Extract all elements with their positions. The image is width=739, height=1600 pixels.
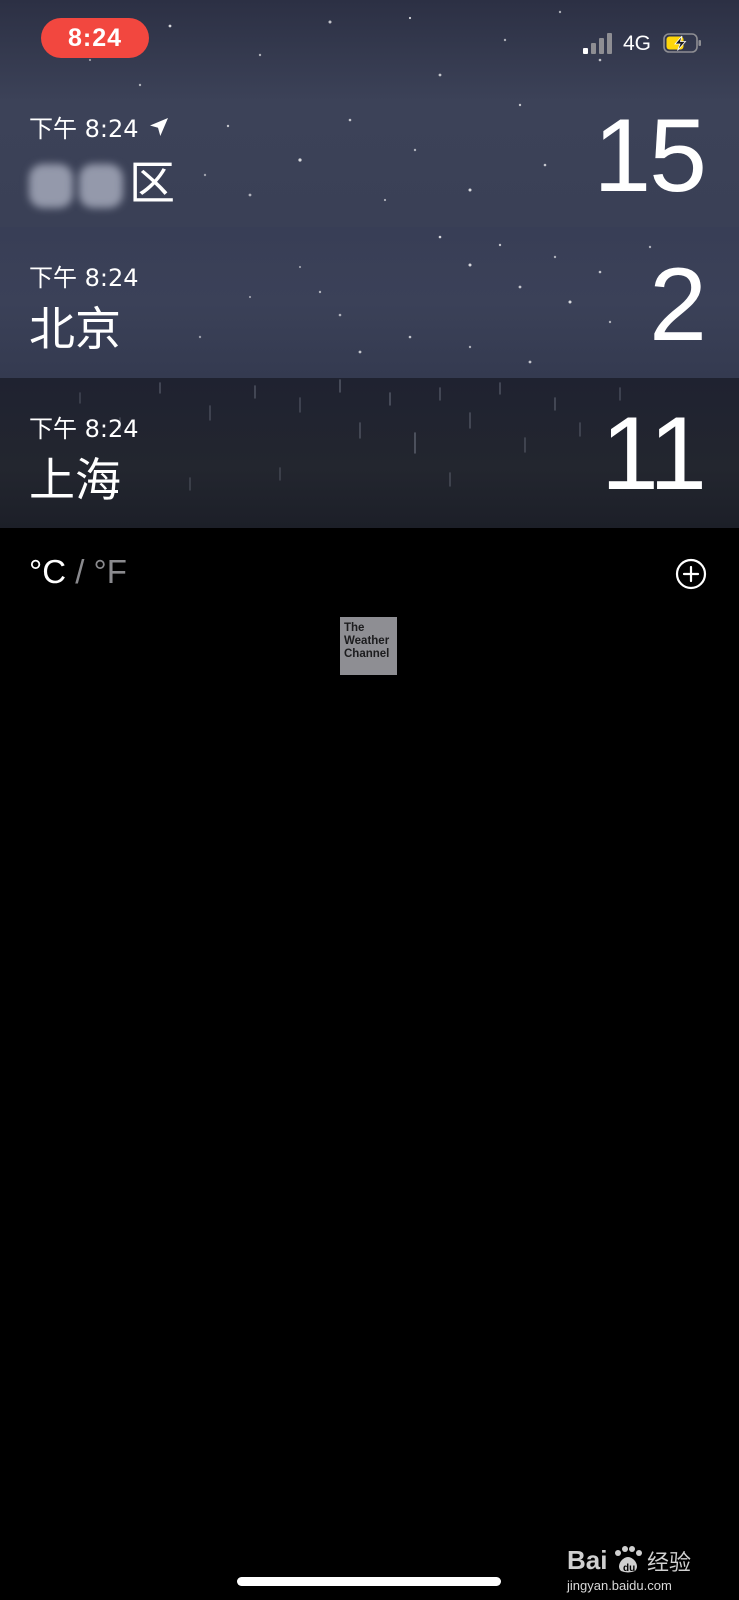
city-row-beijing[interactable]: 下午 8:24 北京 2 bbox=[0, 227, 739, 378]
cellular-signal-icon bbox=[583, 32, 617, 54]
svg-text:Bai: Bai bbox=[567, 1545, 607, 1575]
watermark-text: jingyan.baidu.com bbox=[567, 1578, 672, 1593]
temperature-unit-toggle[interactable]: °C / °F bbox=[29, 553, 127, 591]
svg-text:du: du bbox=[623, 1563, 635, 1574]
network-type: 4G bbox=[623, 32, 652, 55]
blurred-location-name bbox=[29, 163, 129, 210]
weather-channel-logo[interactable]: The Weather Channel bbox=[340, 617, 397, 675]
location-arrow-icon bbox=[149, 117, 168, 136]
local-time: 下午 8:24 bbox=[29, 109, 171, 144]
local-time: 下午 8:24 bbox=[29, 264, 139, 292]
city-row-shanghai[interactable]: 下午 8:24 上海 11 bbox=[0, 378, 739, 528]
city-name: 上海 bbox=[29, 453, 121, 507]
battery-charging-icon bbox=[663, 33, 701, 53]
baidu-watermark-logo: Bai du 经验 bbox=[567, 1545, 691, 1576]
city-name: 北京 bbox=[29, 302, 121, 356]
unit-separator: / bbox=[75, 553, 85, 590]
home-indicator[interactable] bbox=[237, 1577, 501, 1586]
unit-fahrenheit[interactable]: °F bbox=[94, 553, 127, 590]
temperature: 11 bbox=[601, 396, 707, 512]
svg-text:经验: 经验 bbox=[647, 1551, 691, 1576]
temperature: 15 bbox=[593, 98, 707, 214]
add-city-button[interactable] bbox=[675, 558, 707, 590]
local-time: 下午 8:24 bbox=[29, 415, 139, 443]
status-time[interactable]: 8:24 bbox=[41, 18, 149, 58]
city-name: 区 bbox=[29, 147, 175, 213]
temperature: 2 bbox=[649, 247, 707, 363]
status-bar: 8:24 4G bbox=[0, 0, 739, 80]
unit-celsius[interactable]: °C bbox=[29, 553, 66, 590]
